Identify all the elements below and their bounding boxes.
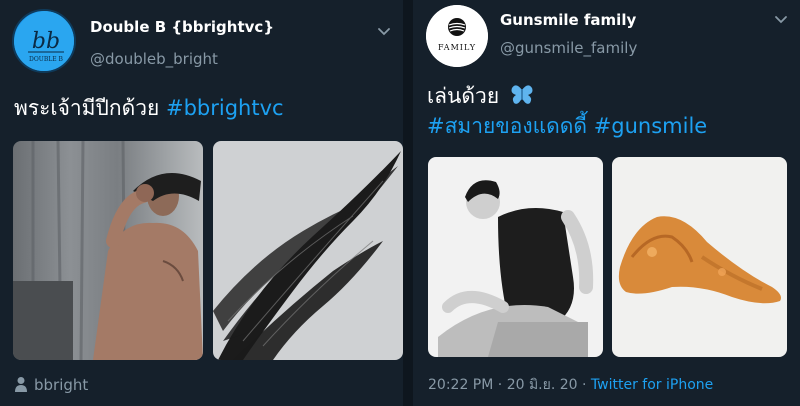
butterfly-icon <box>511 85 533 104</box>
photo-chicken-wing[interactable] <box>612 157 787 357</box>
tweet-date: 20 มิ.ย. 20 <box>506 377 578 393</box>
avatar-gunsmile[interactable]: FAMILY <box>426 5 488 67</box>
username[interactable]: @gunsmile_family <box>500 39 637 57</box>
hashtag-link[interactable]: #สมายของแดดดี้ #gunsmile <box>427 111 707 141</box>
tweet-body: พระเจ้ามีปีกด้วย <box>14 96 160 120</box>
footer-user[interactable]: bbright <box>34 376 88 394</box>
tweet-text: พระเจ้ามีปีกด้วย #bbrightvc <box>14 93 284 123</box>
avatar-brand: FAMILY <box>438 43 476 52</box>
photo-shirtless-man[interactable] <box>13 141 203 360</box>
tweet-body: เล่นด้วย <box>427 84 500 108</box>
chevron-down-icon[interactable] <box>376 24 392 40</box>
tweet-text: เล่นด้วย <box>427 81 534 111</box>
chevron-down-icon[interactable] <box>773 12 789 28</box>
photo-black-wing[interactable] <box>213 141 403 360</box>
meta-separator: · <box>582 377 587 393</box>
username[interactable]: @doubleb_bright <box>90 50 218 68</box>
display-name[interactable]: Double B {bbrightvc} <box>90 18 274 36</box>
tweet-timestamp[interactable]: 20:22 PM · 20 มิ.ย. 20 · Twitter for iPh… <box>428 374 713 396</box>
tweet-card-right[interactable]: FAMILY Gunsmile family @gunsmile_family … <box>413 0 800 406</box>
tweet-card-left[interactable]: bb DOUBLE B Double B {bbrightvc} @double… <box>0 0 403 406</box>
avatar-monogram: bb <box>32 29 60 54</box>
avatar-doubleb[interactable]: bb DOUBLE B <box>12 9 76 73</box>
display-name[interactable]: Gunsmile family <box>500 11 636 29</box>
tweet-time: 20:22 PM <box>428 377 494 393</box>
photo-man-sitting[interactable] <box>428 157 603 357</box>
column-divider <box>403 0 413 406</box>
tweet-source-link[interactable]: Twitter for iPhone <box>591 377 713 393</box>
hashtag-link[interactable]: #bbrightvc <box>166 96 284 120</box>
person-icon <box>15 377 27 392</box>
avatar-caption: DOUBLE B <box>29 56 63 63</box>
meta-separator: · <box>497 377 503 393</box>
